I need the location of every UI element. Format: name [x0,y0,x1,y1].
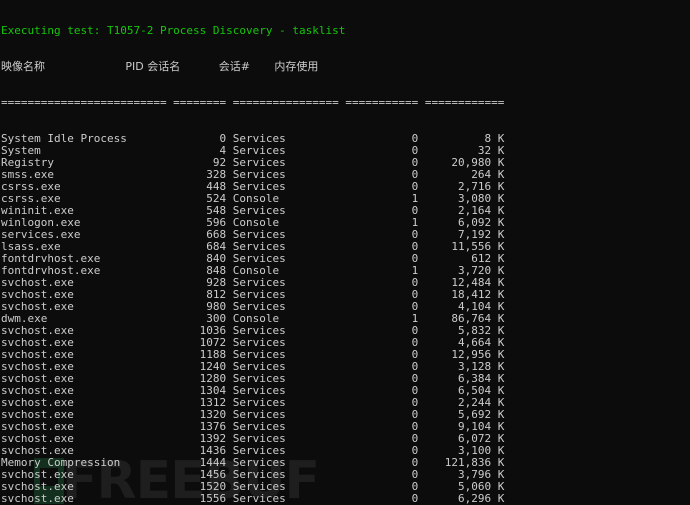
process-list: System Idle Process 0 Services 0 8 K Syst… [1,133,504,505]
table-header-row: 映像名称 PID 会话名 会话# 内存使用 [1,60,333,73]
table-separator-row: ========================= ======== =====… [1,96,505,109]
command-title-line: Executing test: T1057-2 Process Discover… [1,24,346,37]
terminal-output: Executing test: T1057-2 Process Discover… [0,0,504,505]
terminal-window[interactable]: FREEBUF Executing test: T1057-2 Process … [0,0,690,505]
